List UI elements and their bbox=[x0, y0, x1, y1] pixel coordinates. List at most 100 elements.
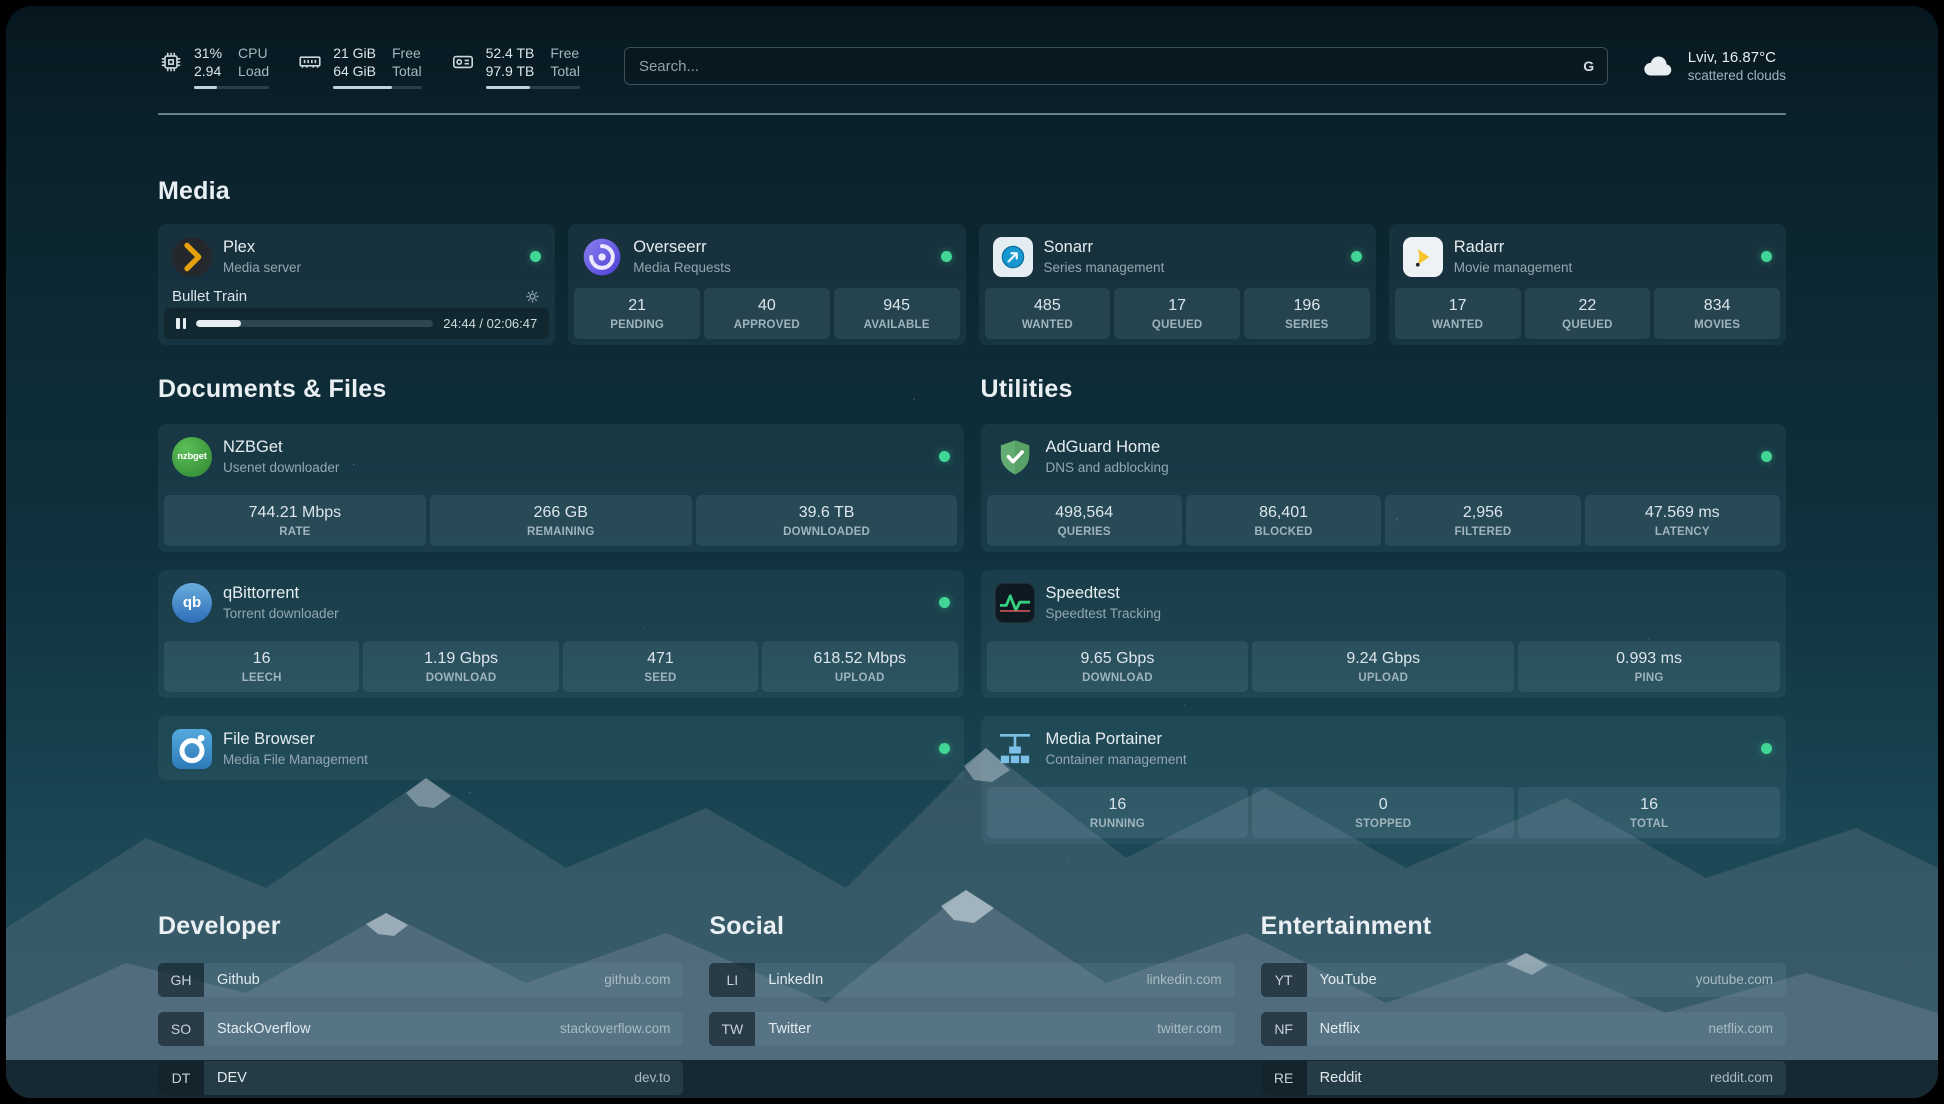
adguard-shield-icon bbox=[995, 437, 1035, 477]
service-card-overseerr[interactable]: Overseerr Media Requests 21PENDING 40APP… bbox=[568, 224, 965, 345]
bookmark-linkedin[interactable]: LI LinkedIn linkedin.com bbox=[709, 963, 1234, 997]
service-card-qbittorrent[interactable]: qb qBittorrent Torrent downloader 16LEEC… bbox=[158, 570, 964, 698]
section-title-documents: Documents & Files bbox=[158, 375, 964, 404]
media-player-bar[interactable]: 24:44 / 02:06:47 bbox=[164, 308, 549, 339]
stat-total: 16TOTAL bbox=[1518, 787, 1780, 838]
service-name: Media Portainer bbox=[1046, 730, 1187, 749]
now-playing-title: Bullet Train bbox=[172, 288, 247, 305]
stat-queries: 498,564QUERIES bbox=[987, 495, 1182, 546]
bookmark-name: YouTube bbox=[1307, 972, 1377, 988]
service-name: Speedtest bbox=[1046, 584, 1162, 603]
service-name: Plex bbox=[223, 238, 301, 257]
cpu-usage-bar bbox=[194, 86, 269, 89]
bookmark-name: Twitter bbox=[755, 1021, 811, 1037]
memory-widget: 21 GiB 64 GiB Free Total bbox=[297, 44, 421, 89]
cpu-icon bbox=[158, 49, 184, 75]
status-dot bbox=[530, 251, 541, 262]
playback-progress-bar bbox=[196, 320, 433, 327]
stat-running: 16RUNNING bbox=[987, 787, 1249, 838]
speedtest-icon bbox=[995, 583, 1035, 623]
bookmark-group-social: Social LI LinkedIn linkedin.com TW Twitt… bbox=[709, 912, 1234, 1095]
stat-queued: 17QUEUED bbox=[1114, 288, 1240, 339]
service-name: File Browser bbox=[223, 730, 368, 749]
service-card-speedtest[interactable]: Speedtest Speedtest Tracking 9.65 GbpsDO… bbox=[981, 570, 1787, 698]
disk-total-label: Total bbox=[550, 62, 580, 80]
top-bar: 31% 2.94 CPU Load bbox=[158, 44, 1786, 89]
stat-remaining: 266 GBREMAINING bbox=[430, 495, 692, 546]
disk-total-value: 97.9 TB bbox=[486, 62, 535, 80]
service-name: NZBGet bbox=[223, 438, 339, 457]
disk-free-value: 52.4 TB bbox=[486, 44, 535, 62]
service-name: AdGuard Home bbox=[1046, 438, 1169, 457]
bookmark-reddit[interactable]: RE Reddit reddit.com bbox=[1261, 1061, 1786, 1095]
disk-free-label: Free bbox=[550, 44, 580, 62]
stat-queued: 22QUEUED bbox=[1525, 288, 1651, 339]
section-utilities: Utilities AdGuard Home DNS and bbox=[981, 375, 1787, 844]
status-dot bbox=[939, 743, 950, 754]
stat-upload: 618.52 MbpsUPLOAD bbox=[762, 641, 957, 692]
service-desc: DNS and adblocking bbox=[1046, 460, 1169, 475]
bookmark-url: netflix.com bbox=[1708, 1021, 1786, 1036]
sonarr-icon bbox=[993, 237, 1033, 277]
bookmark-abbr: RE bbox=[1261, 1061, 1307, 1095]
disk-icon bbox=[450, 49, 476, 75]
bookmark-group-entertainment: Entertainment YT YouTube youtube.com NF … bbox=[1261, 912, 1786, 1095]
service-desc: Movie management bbox=[1454, 260, 1573, 275]
bookmark-abbr: YT bbox=[1261, 963, 1307, 997]
service-card-portainer[interactable]: Media Portainer Container management 16R… bbox=[981, 716, 1787, 844]
bookmark-dev[interactable]: DT DEV dev.to bbox=[158, 1061, 683, 1095]
stat-ping: 0.993 msPING bbox=[1518, 641, 1780, 692]
search-input[interactable] bbox=[624, 47, 1608, 85]
service-card-adguard[interactable]: AdGuard Home DNS and adblocking 498,564Q… bbox=[981, 424, 1787, 552]
service-name: Overseerr bbox=[633, 238, 731, 257]
bookmark-url: twitter.com bbox=[1157, 1021, 1235, 1036]
settings-gear-icon[interactable] bbox=[524, 288, 541, 305]
stat-seed: 471SEED bbox=[563, 641, 758, 692]
radarr-icon bbox=[1403, 237, 1443, 277]
search-provider-button[interactable]: G bbox=[1574, 51, 1604, 81]
nzbget-icon: nzbget bbox=[172, 437, 212, 477]
service-card-plex[interactable]: Plex Media server Bullet Train bbox=[158, 224, 555, 345]
section-title-entertainment: Entertainment bbox=[1261, 912, 1786, 941]
weather-condition: scattered clouds bbox=[1688, 68, 1786, 83]
search-bar: G bbox=[624, 47, 1608, 85]
bookmark-url: youtube.com bbox=[1696, 972, 1786, 987]
status-dot bbox=[1761, 743, 1772, 754]
service-card-radarr[interactable]: Radarr Movie management 17WANTED 22QUEUE… bbox=[1389, 224, 1786, 345]
disk-usage-bar bbox=[486, 86, 580, 89]
bookmark-abbr: LI bbox=[709, 963, 755, 997]
service-desc: Container management bbox=[1046, 752, 1187, 767]
pause-icon[interactable] bbox=[176, 318, 186, 329]
bookmark-abbr: DT bbox=[158, 1061, 204, 1095]
dashboard-screen: 31% 2.94 CPU Load bbox=[6, 6, 1938, 1098]
memory-free-value: 21 GiB bbox=[333, 44, 376, 62]
stat-latency: 47.569 msLATENCY bbox=[1585, 495, 1780, 546]
cpu-usage-label: CPU bbox=[238, 44, 269, 62]
bookmark-url: linkedin.com bbox=[1147, 972, 1235, 987]
bookmark-netflix[interactable]: NF Netflix netflix.com bbox=[1261, 1012, 1786, 1046]
bookmark-youtube[interactable]: YT YouTube youtube.com bbox=[1261, 963, 1786, 997]
section-title-utilities: Utilities bbox=[981, 375, 1787, 404]
section-title-social: Social bbox=[709, 912, 1234, 941]
bookmark-twitter[interactable]: TW Twitter twitter.com bbox=[709, 1012, 1234, 1046]
service-card-filebrowser[interactable]: File Browser Media File Management bbox=[158, 716, 964, 780]
service-card-nzbget[interactable]: nzbget NZBGet Usenet downloader 744.21 M… bbox=[158, 424, 964, 552]
stat-download: 1.19 GbpsDOWNLOAD bbox=[363, 641, 558, 692]
bookmark-github[interactable]: GH Github github.com bbox=[158, 963, 683, 997]
bookmark-abbr: NF bbox=[1261, 1012, 1307, 1046]
bookmark-url: dev.to bbox=[635, 1070, 684, 1085]
stat-available: 945AVAILABLE bbox=[834, 288, 960, 339]
bookmark-name: LinkedIn bbox=[755, 972, 823, 988]
section-media: Media Plex Media server Bullet bbox=[158, 177, 1786, 345]
bookmark-url: github.com bbox=[604, 972, 683, 987]
bookmark-name: Netflix bbox=[1307, 1021, 1360, 1037]
playback-time: 24:44 / 02:06:47 bbox=[443, 316, 537, 331]
bookmark-group-developer: Developer GH Github github.com SO StackO… bbox=[158, 912, 683, 1095]
overseerr-icon bbox=[582, 237, 622, 277]
bookmark-stackoverflow[interactable]: SO StackOverflow stackoverflow.com bbox=[158, 1012, 683, 1046]
bookmark-name: Reddit bbox=[1307, 1070, 1362, 1086]
cpu-usage-value: 31% bbox=[194, 44, 222, 62]
status-dot bbox=[941, 251, 952, 262]
memory-total-label: Total bbox=[392, 62, 422, 80]
service-card-sonarr[interactable]: Sonarr Series management 485WANTED 17QUE… bbox=[979, 224, 1376, 345]
